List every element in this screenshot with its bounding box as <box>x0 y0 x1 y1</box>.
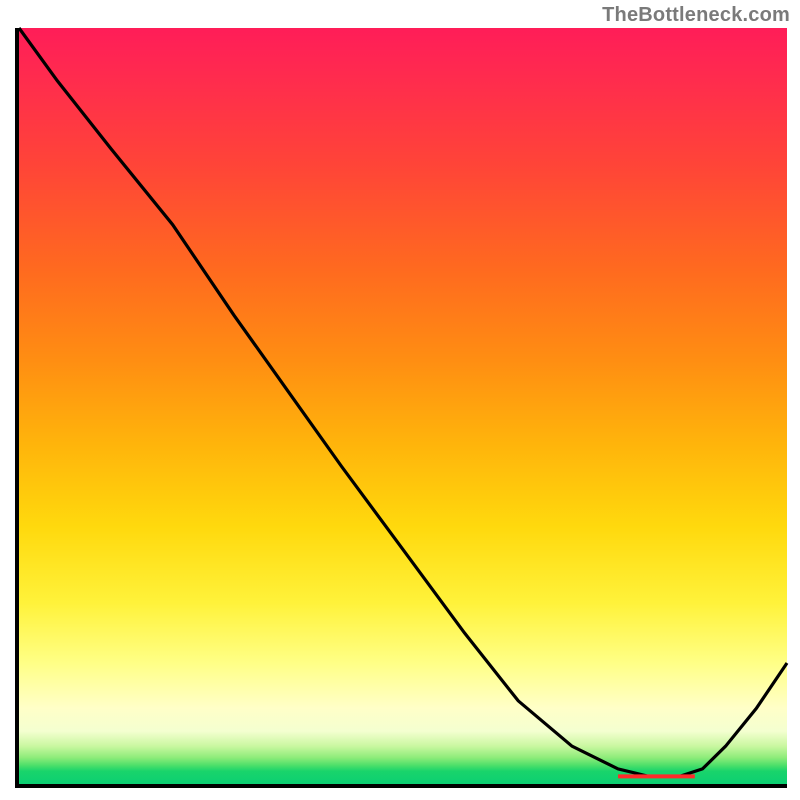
attribution-text: TheBottleneck.com <box>602 4 790 27</box>
bottleneck-curve <box>19 28 787 776</box>
chart-line-layer <box>19 28 787 784</box>
chart-area <box>15 28 787 788</box>
